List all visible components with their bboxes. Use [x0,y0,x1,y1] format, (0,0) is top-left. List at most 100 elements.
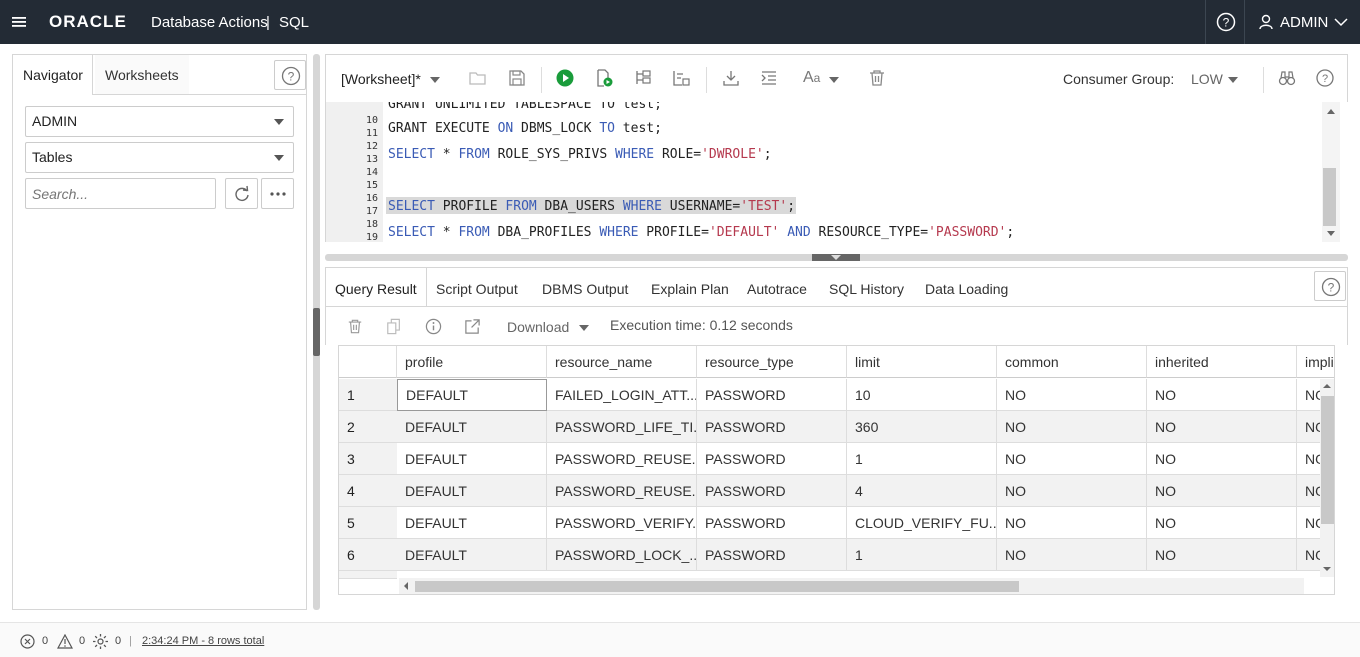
download-caret-icon[interactable] [579,325,589,331]
cell-inherited[interactable]: NO [1147,379,1297,411]
cell-resource_name[interactable]: FAILED_LOGIN_ATT... [547,379,697,411]
grid-vertical-scrollbar-thumb[interactable] [1321,396,1334,524]
refresh-button[interactable] [225,178,258,209]
cell-common[interactable]: NO [997,539,1147,571]
worksheet-name[interactable]: [Worksheet]* [341,71,421,87]
table-row[interactable]: DEFAULT PASSWORD_LOCK_... PASSWORD 1 NO NO NO [397,539,1326,571]
open-folder-icon[interactable] [469,69,487,87]
row-number[interactable]: 4 [339,475,397,507]
schema-select[interactable]: ADMIN [25,106,294,137]
column-header-profile[interactable]: profile [397,346,547,378]
toolbar-help-icon[interactable]: ? [1316,69,1334,87]
cell-profile[interactable]: DEFAULT [397,475,547,507]
cell-profile[interactable]: DEFAULT [397,411,547,443]
clear-results-icon[interactable] [347,318,363,335]
download-icon[interactable] [722,69,740,87]
table-row[interactable]: DEFAULT PASSWORD_REUSE... PASSWORD 1 NO NO NO [397,443,1326,475]
grid-horizontal-scrollbar-thumb[interactable] [415,581,1019,592]
cell-limit[interactable]: 1 [847,539,997,571]
text-case-icon[interactable]: Aa [803,69,820,87]
info-icon[interactable] [425,318,442,335]
cell-common[interactable]: NO [997,507,1147,539]
tab-dbms-output[interactable]: DBMS Output [542,268,628,307]
table-row[interactable]: DEFAULT FAILED_LOGIN_ATT... PASSWORD 10 NO NO… [397,379,1326,411]
cell-limit[interactable]: 4 [847,475,997,507]
cell-common[interactable]: NO [997,475,1147,507]
tab-data-loading[interactable]: Data Loading [925,268,1008,307]
cell-profile[interactable]: DEFAULT [397,379,547,411]
cell-inherited[interactable]: NO [1147,475,1297,507]
navigator-search-input[interactable] [25,178,216,209]
consumer-group-caret-icon[interactable] [1228,77,1238,83]
tab-navigator[interactable]: Navigator [13,55,93,95]
cell-limit[interactable]: CLOUD_VERIFY_FU... [847,507,997,539]
tab-explain-plan[interactable]: Explain Plan [651,268,729,307]
warning-icon[interactable] [57,634,73,649]
table-row[interactable]: DEFAULT PASSWORD_REUSE... PASSWORD 4 NO NO NO [397,475,1326,507]
row-number[interactable]: 2 [339,411,397,443]
binoculars-icon[interactable] [1278,69,1296,87]
error-icon[interactable] [20,634,35,649]
cell-common[interactable]: NO [997,411,1147,443]
row-number[interactable]: 3 [339,443,397,475]
splitter-handle[interactable] [313,308,320,356]
cell-resource_type[interactable]: PASSWORD [697,539,847,571]
navigator-help-button[interactable]: ? [274,60,306,90]
more-actions-button[interactable] [261,178,294,209]
row-number[interactable]: 6 [339,539,397,571]
user-menu[interactable]: ADMIN [1258,12,1348,32]
explain-plan-icon[interactable] [634,69,652,87]
row-number[interactable]: 1 [339,379,397,411]
open-external-icon[interactable] [464,318,481,335]
autotrace-icon[interactable] [672,69,690,87]
save-icon[interactable] [508,69,526,87]
table-row[interactable]: DEFAULT PASSWORD_VERIFY... PASSWORD CLOUD_V… [397,507,1326,539]
column-header-limit[interactable]: limit [847,346,997,378]
tab-worksheets[interactable]: Worksheets [95,55,189,95]
column-header-common[interactable]: common [997,346,1147,378]
tab-script-output[interactable]: Script Output [436,268,518,307]
cell-common[interactable]: NO [997,443,1147,475]
column-header-implicit[interactable]: implicit [1297,346,1334,378]
cell-resource_name[interactable]: PASSWORD_REUSE... [547,443,697,475]
hamburger-menu-icon[interactable] [11,13,29,31]
cell-resource_name[interactable]: PASSWORD_REUSE... [547,475,697,507]
column-header-inherited[interactable]: inherited [1147,346,1297,378]
run-script-icon[interactable] [595,69,613,87]
cell-inherited[interactable]: NO [1147,507,1297,539]
run-statement-icon[interactable] [556,69,574,87]
cell-resource_type[interactable]: PASSWORD [697,443,847,475]
download-menu[interactable]: Download [507,319,569,335]
row-number[interactable]: 5 [339,507,397,539]
column-header-resource_type[interactable]: resource_type [697,346,847,378]
consumer-group-select[interactable]: LOW [1191,71,1223,87]
cell-limit[interactable]: 10 [847,379,997,411]
cell-profile[interactable]: DEFAULT [397,507,547,539]
cell-limit[interactable]: 1 [847,443,997,475]
format-icon[interactable] [760,69,778,87]
tab-sql-history[interactable]: SQL History [829,268,904,307]
worksheet-caret-icon[interactable] [430,77,440,83]
cell-inherited[interactable]: NO [1147,443,1297,475]
object-type-select[interactable]: Tables [25,142,294,173]
cell-inherited[interactable]: NO [1147,539,1297,571]
cell-limit[interactable]: 360 [847,411,997,443]
cell-resource_name[interactable]: PASSWORD_VERIFY... [547,507,697,539]
cell-resource_name[interactable]: PASSWORD_LOCK_... [547,539,697,571]
cell-common[interactable]: NO [997,379,1147,411]
trash-icon[interactable] [868,69,886,87]
status-message-link[interactable]: 2:34:24 PM - 8 rows total [142,635,264,647]
cell-resource_type[interactable]: PASSWORD [697,507,847,539]
header-help-button[interactable]: ? [1205,0,1245,44]
cell-resource_type[interactable]: PASSWORD [697,475,847,507]
copy-icon[interactable] [386,318,402,335]
table-row[interactable]: DEFAULT PASSWORD_LIFE_TI... PASSWORD 360 NO N… [397,411,1326,443]
results-help-button[interactable]: ? [1314,271,1346,301]
sql-editor[interactable]: 9 10 11 12 13 14 15 16 17 18 19 GRANT UNLIMITED TA… [325,102,1341,242]
cell-resource_type[interactable]: PASSWORD [697,379,847,411]
horizontal-splitter-handle[interactable] [812,254,860,261]
cell-inherited[interactable]: NO [1147,411,1297,443]
settings-icon[interactable] [92,633,109,650]
cell-profile[interactable]: DEFAULT [397,443,547,475]
cell-profile[interactable]: DEFAULT [397,539,547,571]
